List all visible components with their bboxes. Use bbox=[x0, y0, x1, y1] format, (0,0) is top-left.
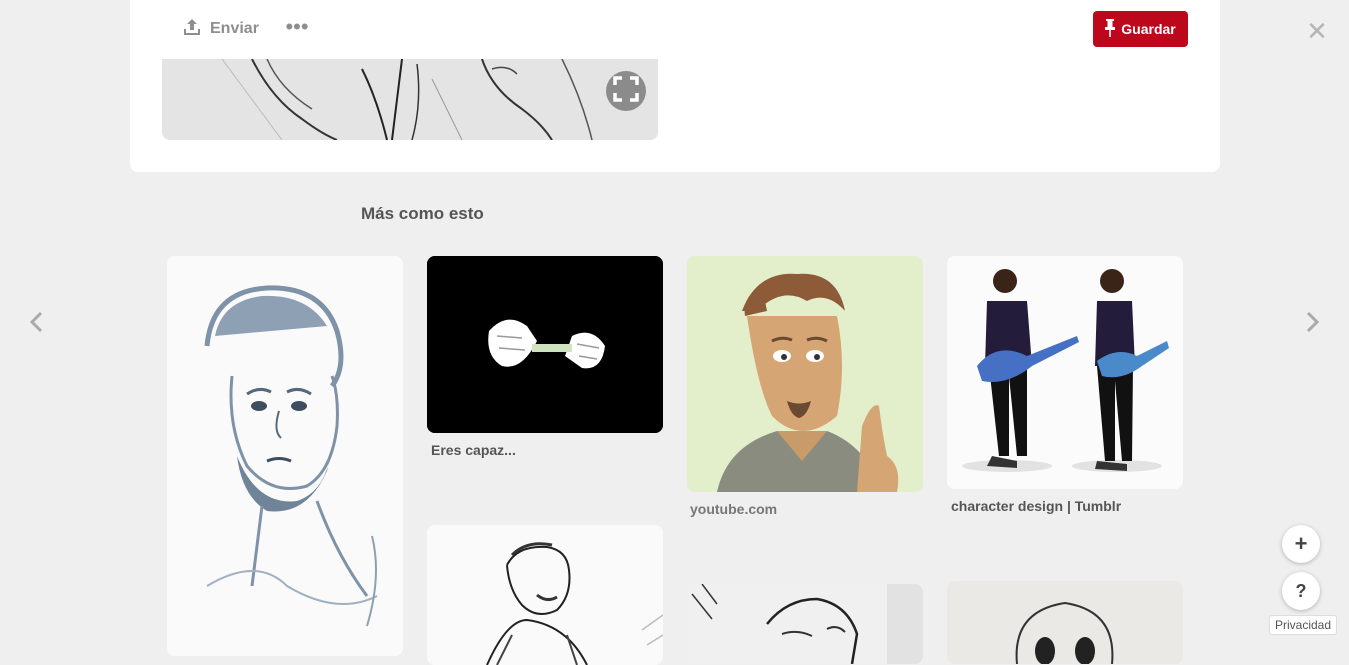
next-button[interactable] bbox=[1301, 310, 1325, 338]
pin-thumbnail bbox=[947, 581, 1183, 664]
pin-image[interactable] bbox=[162, 59, 658, 140]
help-button[interactable]: ? bbox=[1282, 572, 1320, 610]
close-button[interactable]: ✕ bbox=[1305, 18, 1329, 44]
pin-tile[interactable] bbox=[427, 525, 663, 665]
previous-button[interactable] bbox=[24, 310, 48, 338]
pin-thumbnail bbox=[427, 525, 663, 665]
save-button[interactable]: Guardar bbox=[1093, 11, 1188, 47]
pin-tile[interactable] bbox=[687, 584, 923, 664]
chevron-right-icon bbox=[1306, 311, 1320, 338]
pin-tile[interactable] bbox=[947, 256, 1183, 489]
expand-image-button[interactable] bbox=[606, 71, 646, 111]
pin-tile[interactable] bbox=[947, 581, 1183, 664]
pin-caption[interactable]: Eres capaz... bbox=[431, 442, 516, 458]
expand-icon bbox=[613, 75, 639, 107]
save-label: Guardar bbox=[1121, 21, 1176, 37]
share-button[interactable]: Enviar bbox=[182, 18, 259, 40]
share-label: Enviar bbox=[210, 20, 259, 37]
pin-tile[interactable] bbox=[167, 256, 403, 656]
pin-thumbnail bbox=[427, 256, 663, 433]
more-options-button[interactable]: ••• bbox=[285, 16, 309, 40]
share-icon bbox=[182, 17, 202, 42]
pin-thumbnail bbox=[947, 256, 1183, 489]
pin-tile[interactable] bbox=[427, 256, 663, 433]
pin-thumbnail bbox=[687, 256, 923, 492]
privacy-link[interactable]: Privacidad bbox=[1269, 615, 1338, 635]
add-button[interactable]: + bbox=[1282, 525, 1320, 563]
chevron-left-icon bbox=[29, 311, 43, 338]
pin-icon bbox=[1105, 18, 1116, 40]
pin-thumbnail bbox=[687, 584, 923, 664]
pin-thumbnail bbox=[167, 256, 403, 656]
pin-caption[interactable]: youtube.com bbox=[690, 501, 777, 517]
pin-tile[interactable] bbox=[687, 256, 923, 492]
pin-caption[interactable]: character design | Tumblr bbox=[951, 498, 1121, 514]
more-like-this-title: Más como esto bbox=[361, 204, 484, 223]
